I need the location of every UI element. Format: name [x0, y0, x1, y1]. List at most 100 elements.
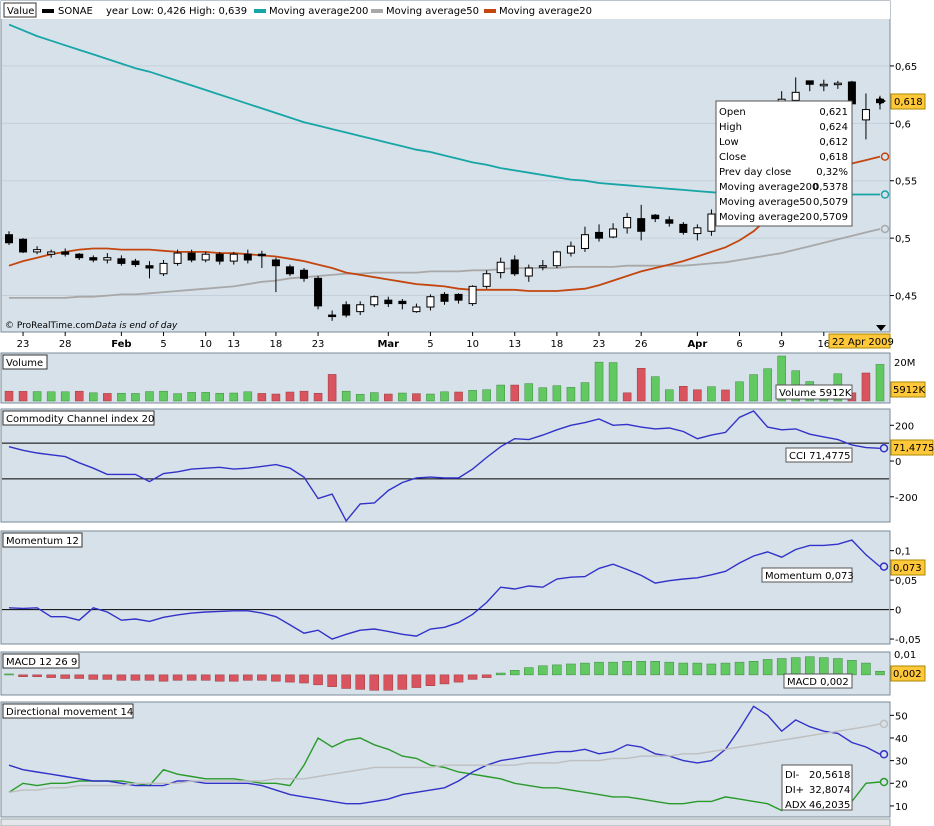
volume-readout: Volume 5912K	[779, 388, 852, 399]
volume-bar	[299, 390, 309, 402]
volume-bar	[538, 387, 548, 402]
date-tick-label: 5	[427, 339, 433, 350]
volume-bar	[327, 374, 337, 402]
macd-bar	[313, 674, 323, 686]
tooltip-prev-label: Prev day close	[719, 167, 791, 178]
candle	[468, 285, 477, 306]
candle-body	[47, 251, 56, 255]
dmi-readout: DI- 20,5618 DI+ 32,8074 ADX 46,2035	[781, 764, 853, 811]
candle	[314, 276, 323, 310]
tooltip-prev-value: 0,32%	[816, 167, 848, 178]
dmi-tick-label: 30	[895, 757, 908, 768]
volume-bar	[313, 392, 323, 402]
macd-bar	[439, 674, 450, 685]
data-note: Data is end of day	[95, 321, 178, 331]
macd-bar	[383, 674, 394, 691]
macd-title: MACD 12 26 9	[6, 657, 77, 668]
adx-value: 46,2035	[809, 800, 850, 811]
macd-bar	[411, 674, 422, 688]
macd-bar	[32, 674, 42, 677]
macd-bar	[706, 663, 717, 676]
candle-body	[426, 296, 435, 308]
macd-bar	[833, 658, 843, 676]
candle-body	[33, 249, 42, 253]
stock-chart: Value SONAE year Low: 0,426 High: 0,639 …	[0, 0, 934, 826]
candle-body	[159, 262, 168, 275]
ma200-swatch	[254, 9, 266, 13]
candle-body	[370, 296, 379, 306]
candle-body	[454, 293, 463, 301]
scrollbar-track[interactable]	[0, 818, 891, 826]
candle-body	[5, 234, 13, 244]
volume-bar	[524, 383, 534, 402]
price-tick-label: 0,6	[895, 119, 911, 130]
momentum-tick-label: 0,1	[895, 547, 911, 558]
candle	[19, 238, 28, 254]
candle-body	[257, 253, 266, 257]
di-minus-label: DI-	[785, 770, 800, 781]
volume-bar	[159, 390, 168, 402]
dmi-tick-label: 10	[895, 802, 908, 813]
macd-bar	[285, 674, 295, 683]
candle-body	[173, 252, 182, 264]
volume-bar	[566, 387, 576, 402]
date-axis: 23 28 Feb 5 10 13 18 23 Mar 5 10 13 18 23 26 Apr 6 9 16	[17, 332, 830, 350]
di-plus-value: 32,8074	[809, 785, 850, 796]
momentum-readout: Momentum 0,073	[765, 571, 854, 582]
macd-bar	[495, 672, 506, 676]
candle-body	[861, 109, 870, 121]
candle-body	[693, 227, 702, 235]
volume-bar	[145, 391, 154, 402]
tooltip-low-label: Low	[719, 137, 739, 148]
dmi-tick-label: 20	[895, 779, 908, 790]
date-tick-label: Apr	[687, 339, 707, 350]
volume-bar	[594, 361, 604, 402]
date-tick-label: Feb	[111, 339, 131, 350]
tooltip-high-value: 0,624	[819, 122, 848, 133]
volume-bar	[454, 391, 463, 402]
bottom-scrollbar[interactable]	[0, 818, 891, 826]
candle-body	[412, 306, 421, 313]
volume-bar	[32, 391, 42, 402]
macd-bar	[875, 670, 885, 676]
candle-body	[285, 266, 294, 275]
candle-body	[623, 216, 632, 229]
cci-tick-label: 200	[895, 421, 914, 432]
volume-bar	[763, 368, 772, 402]
momentum-last-value: 0,073	[893, 563, 922, 574]
macd-bar	[158, 674, 169, 682]
candle-body	[243, 253, 252, 261]
volume-bar	[861, 372, 871, 402]
macd-bar	[608, 661, 618, 676]
macd-bar	[144, 674, 155, 681]
volume-bar	[4, 390, 14, 402]
macd-bar	[74, 674, 84, 679]
macd-bar	[130, 674, 141, 681]
volume-bar	[608, 362, 618, 402]
volume-bar	[552, 385, 562, 402]
dmi-tick-label: 50	[895, 711, 908, 722]
macd-bar	[243, 674, 253, 681]
last-price-value: 0,618	[894, 97, 923, 108]
date-tick-label: 23	[593, 339, 606, 350]
cci-panel	[0, 408, 891, 523]
candle	[679, 222, 688, 235]
macd-bar	[369, 674, 380, 691]
macd-bar	[397, 674, 408, 690]
date-tick-label: 18	[551, 339, 564, 350]
volume-bar	[187, 392, 196, 402]
candle-body	[271, 259, 280, 267]
candle-body	[510, 259, 519, 275]
volume-last-value: 5912K	[893, 385, 925, 396]
macd-bar	[271, 674, 281, 682]
date-tick-label: 23	[17, 339, 30, 350]
macd-bar	[762, 659, 773, 676]
macd-bar	[594, 661, 604, 676]
volume-bar	[74, 390, 84, 402]
cci-readout: CCI 71,4775	[789, 451, 850, 462]
candle-body	[328, 314, 337, 318]
candle-body	[609, 228, 618, 238]
candle-body	[595, 231, 604, 239]
candle-body	[61, 251, 70, 255]
ma50-swatch	[371, 9, 383, 13]
